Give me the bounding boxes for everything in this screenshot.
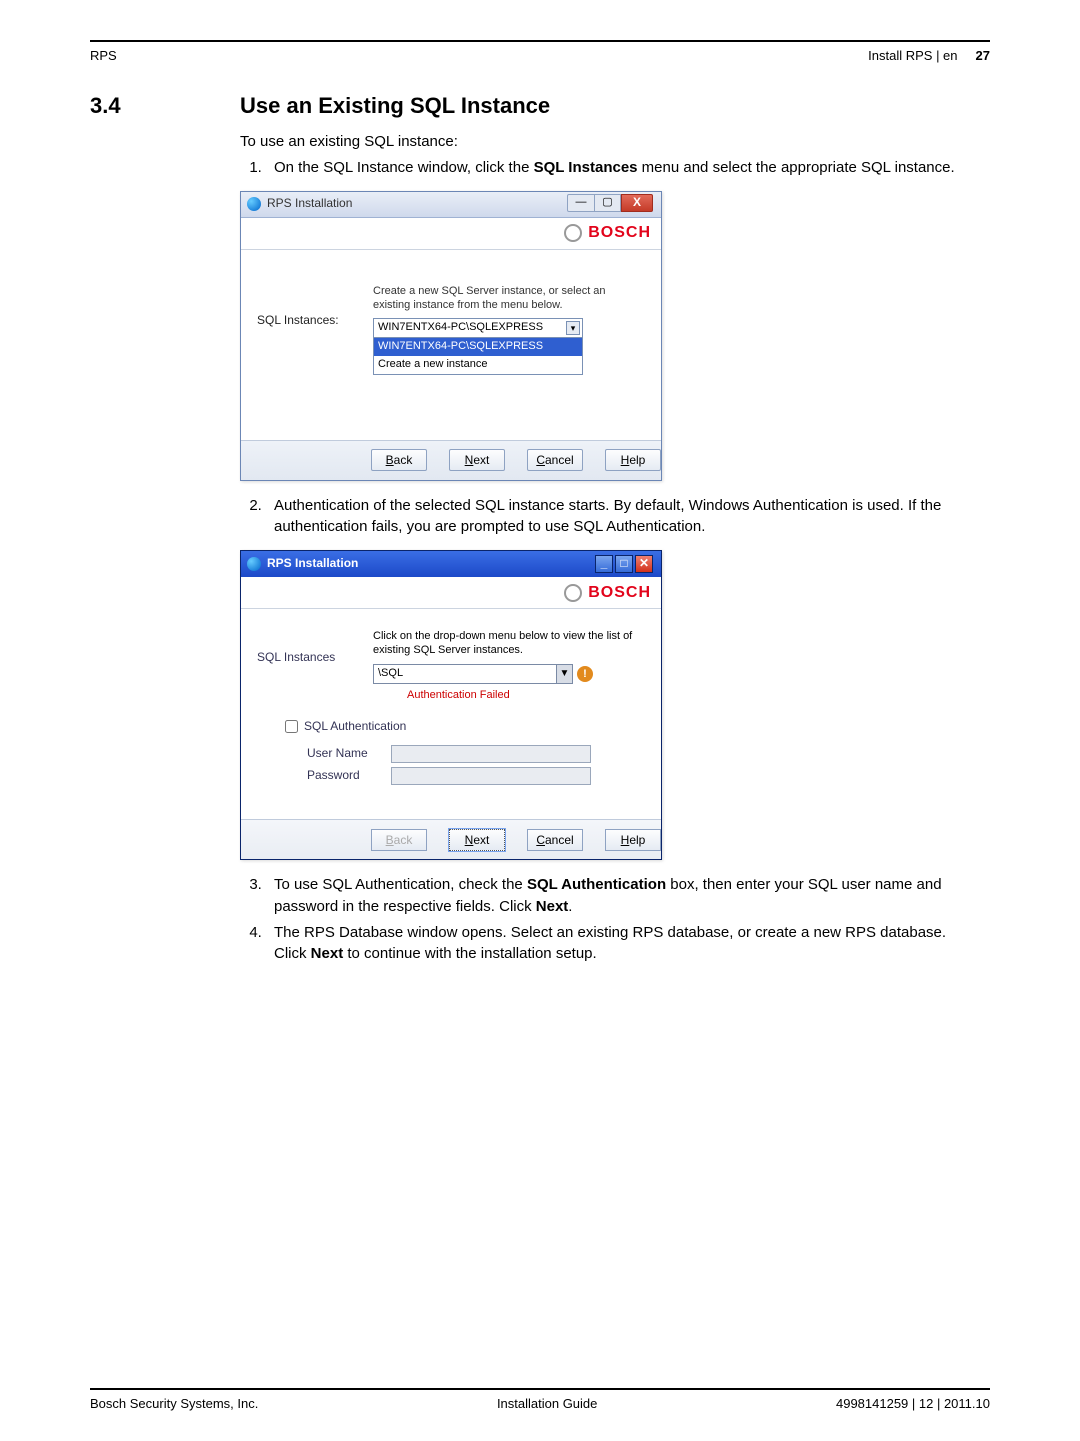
brand-bar: BOSCH: [241, 577, 661, 609]
brand-bar: BOSCH: [241, 218, 661, 250]
section-number: 3.4: [90, 93, 180, 119]
globe-icon: [564, 224, 582, 242]
header-section: Install RPS | en: [868, 48, 957, 63]
combo-value: WIN7ENTX64-PC\SQLEXPRESS: [378, 320, 543, 336]
instruction-text: Click on the drop-down menu below to vie…: [373, 629, 645, 658]
maximize-button[interactable]: □: [615, 555, 633, 573]
back-button: Back: [371, 829, 427, 851]
window-title: RPS Installation: [267, 195, 352, 212]
sql-instance-combobox[interactable]: WIN7ENTX64-PC\SQLEXPRESS ▾: [373, 318, 583, 338]
footer-left: Bosch Security Systems, Inc.: [90, 1396, 258, 1411]
app-icon: [247, 557, 261, 571]
header-left: RPS: [90, 48, 117, 63]
app-icon: [247, 197, 261, 211]
list-option-create-new[interactable]: Create a new instance: [374, 356, 582, 374]
step-3: To use SQL Authentication, check the SQL…: [266, 874, 980, 918]
intro-text: To use an existing SQL instance:: [240, 131, 980, 153]
minimize-button[interactable]: _: [595, 555, 613, 573]
username-label: User Name: [307, 745, 391, 762]
cancel-button[interactable]: Cancel: [527, 829, 583, 851]
step-1: On the SQL Instance window, click the SQ…: [266, 157, 980, 179]
sql-instance-listbox[interactable]: WIN7ENTX64-PC\SQLEXPRESS Create a new in…: [373, 338, 583, 375]
minimize-button[interactable]: —: [567, 194, 595, 212]
chevron-down-icon[interactable]: ▼: [556, 665, 572, 683]
button-row: Back Next Cancel Help: [241, 819, 661, 859]
footer-center: Installation Guide: [497, 1396, 597, 1411]
instruction-text: Create a new SQL Server instance, or sel…: [373, 284, 645, 313]
sql-instance-combobox[interactable]: \SQL ▼: [373, 664, 573, 684]
page-footer: Bosch Security Systems, Inc. Installatio…: [90, 1388, 990, 1411]
sql-instances-label: SQL Instances:: [257, 284, 373, 422]
maximize-button[interactable]: ▢: [595, 194, 621, 212]
combo-value: \SQL: [378, 666, 403, 682]
username-field[interactable]: [391, 745, 591, 763]
sql-auth-checkbox[interactable]: [285, 720, 298, 733]
next-button[interactable]: Next: [449, 829, 505, 851]
window-title: RPS Installation: [267, 555, 358, 572]
step-2: Authentication of the selected SQL insta…: [266, 495, 980, 539]
sql-auth-label: SQL Authentication: [304, 718, 406, 735]
auth-failed-text: Authentication Failed: [407, 688, 645, 704]
list-option-selected[interactable]: WIN7ENTX64-PC\SQLEXPRESS: [374, 338, 582, 356]
help-button[interactable]: Help: [605, 449, 661, 471]
help-button[interactable]: Help: [605, 829, 661, 851]
page-header: RPS Install RPS | en 27: [90, 48, 990, 63]
password-field[interactable]: [391, 767, 591, 785]
warning-icon: !: [577, 666, 593, 682]
bosch-logo: BOSCH: [588, 221, 651, 244]
header-page-number: 27: [976, 48, 990, 63]
footer-right: 4998141259 | 12 | 2011.10: [836, 1396, 990, 1411]
titlebar: RPS Installation — ▢ X: [241, 192, 661, 218]
chevron-down-icon[interactable]: ▾: [566, 321, 580, 335]
close-button[interactable]: ✕: [635, 555, 653, 573]
globe-icon: [564, 584, 582, 602]
back-button[interactable]: Back: [371, 449, 427, 471]
close-button[interactable]: X: [621, 194, 653, 212]
screenshot-sql-auth-xp: RPS Installation _ □ ✕ BOSCH SQL Instanc…: [240, 550, 662, 860]
sql-instances-label: SQL Instances: [257, 629, 373, 704]
screenshot-sql-instance-win7: RPS Installation — ▢ X BOSCH SQL Instanc…: [240, 191, 662, 481]
button-row: Back Next Cancel Help: [241, 440, 661, 480]
next-button[interactable]: Next: [449, 449, 505, 471]
password-label: Password: [307, 767, 391, 784]
titlebar: RPS Installation _ □ ✕: [241, 551, 661, 577]
bosch-logo: BOSCH: [588, 581, 651, 604]
step-4: The RPS Database window opens. Select an…: [266, 922, 980, 966]
section-title: Use an Existing SQL Instance: [240, 93, 550, 119]
cancel-button[interactable]: Cancel: [527, 449, 583, 471]
